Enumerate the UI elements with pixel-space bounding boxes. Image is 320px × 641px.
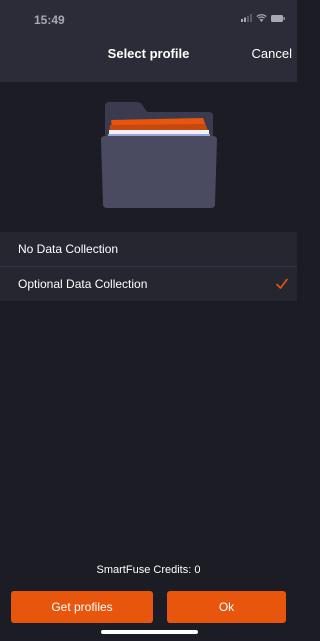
open-folder-icon: [101, 102, 217, 208]
get-profiles-button[interactable]: Get profiles: [11, 591, 153, 623]
cancel-button[interactable]: Cancel: [252, 38, 292, 70]
profile-option-label: No Data Collection: [18, 242, 119, 256]
profile-option-no-data-collection[interactable]: No Data Collection: [0, 232, 297, 266]
profile-option-label: Optional Data Collection: [18, 277, 148, 291]
battery-icon: [271, 14, 285, 22]
status-time: 15:49: [34, 13, 65, 27]
nav-bar: Select profile Cancel: [0, 38, 297, 82]
ok-button[interactable]: Ok: [167, 591, 286, 623]
wifi-icon: [256, 14, 267, 22]
profile-option-optional-data-collection[interactable]: Optional Data Collection: [0, 266, 297, 301]
signal-icon: [241, 14, 252, 22]
profile-list: No Data Collection Optional Data Collect…: [0, 232, 297, 301]
credits-text: SmartFuse Credits: 0: [96, 564, 201, 576]
status-bar: 15:49: [0, 0, 297, 38]
checkmark-icon: [276, 278, 288, 289]
status-icons: [241, 14, 285, 22]
home-indicator: [101, 630, 198, 634]
